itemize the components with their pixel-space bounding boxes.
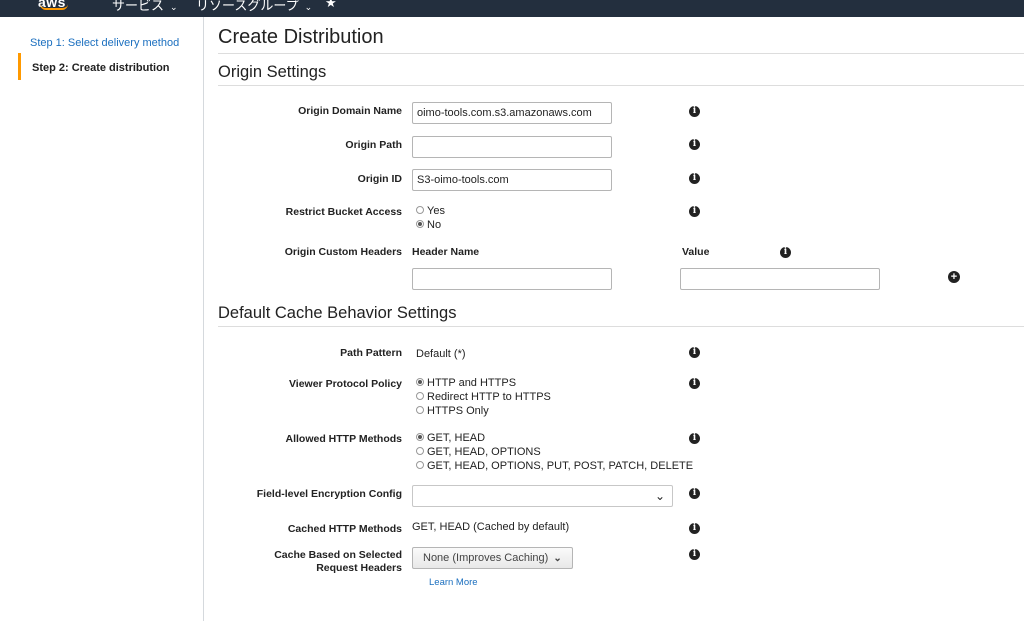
info-icon[interactable]: i: [689, 106, 700, 117]
methods-get-head-options-option[interactable]: GET, HEAD, OPTIONS: [416, 446, 541, 459]
origin-path-label: Origin Path: [345, 139, 402, 151]
title-divider: [218, 53, 1024, 54]
chevron-down-icon: ⌄: [654, 489, 665, 503]
restrict-no-option[interactable]: No: [416, 219, 441, 232]
info-icon[interactable]: i: [780, 247, 791, 258]
restrict-no-label: No: [427, 219, 442, 231]
header-value-input[interactable]: [680, 268, 880, 290]
info-icon[interactable]: i: [689, 549, 700, 560]
info-icon[interactable]: i: [689, 523, 700, 534]
aws-logo-smile-icon: [40, 4, 68, 10]
cache-based-headers-label: Cache Based on Selected Request Headers: [274, 549, 402, 575]
info-icon[interactable]: i: [689, 173, 700, 184]
origin-domain-name-input[interactable]: [412, 102, 612, 124]
learn-more-link[interactable]: Learn More: [429, 577, 478, 588]
field-level-encryption-select[interactable]: ⌄: [412, 485, 673, 507]
allowed-http-methods-label: Allowed HTTP Methods: [285, 433, 402, 445]
info-icon[interactable]: i: [689, 139, 700, 150]
methods-option-label: GET, HEAD: [427, 432, 486, 444]
services-menu[interactable]: サービス ⌄: [112, 0, 178, 14]
radio-button[interactable]: [416, 206, 424, 214]
origin-id-label: Origin ID: [357, 173, 402, 185]
cache-based-headers-dropdown[interactable]: None (Improves Caching) ⌄: [412, 547, 573, 569]
path-pattern-label: Path Pattern: [340, 347, 402, 359]
origin-id-input[interactable]: [412, 169, 612, 191]
methods-all-option[interactable]: GET, HEAD, OPTIONS, PUT, POST, PATCH, DE…: [416, 460, 693, 473]
chevron-down-icon: ⌄: [304, 2, 313, 12]
radio-button-selected[interactable]: [416, 220, 424, 228]
info-icon[interactable]: i: [689, 488, 700, 499]
wizard-sidebar: Step 1: Select delivery method Step 2: C…: [0, 17, 204, 621]
origin-settings-divider: [218, 85, 1024, 86]
origin-custom-headers-label: Origin Custom Headers: [284, 246, 402, 258]
origin-path-input[interactable]: [412, 136, 612, 158]
value-column-label: Value: [682, 246, 710, 258]
origin-domain-name-label: Origin Domain Name: [298, 105, 402, 117]
services-menu-label: サービス: [112, 0, 165, 13]
cache-based-headers-value: None (Improves Caching): [423, 552, 549, 564]
radio-button-selected[interactable]: [416, 378, 424, 386]
radio-button[interactable]: [416, 447, 424, 455]
viewer-option-label: HTTPS Only: [427, 405, 489, 417]
chevron-down-icon: ⌄: [553, 553, 562, 564]
resource-groups-menu-label: リソースグループ: [196, 0, 299, 13]
restrict-yes-option[interactable]: Yes: [416, 205, 445, 218]
cached-http-methods-value: GET, HEAD (Cached by default): [412, 521, 570, 533]
viewer-http-https-option[interactable]: HTTP and HTTPS: [416, 377, 516, 390]
resource-groups-menu[interactable]: リソースグループ ⌄: [196, 0, 312, 14]
header-name-column-label: Header Name: [412, 246, 480, 258]
header-name-input[interactable]: [412, 268, 612, 290]
restrict-yes-label: Yes: [427, 205, 445, 217]
cache-based-headers-label-line-1: Cache Based on Selected: [274, 549, 402, 561]
cached-http-methods-label: Cached HTTP Methods: [287, 523, 402, 535]
sidebar-step-2-current: Step 2: Create distribution: [18, 53, 170, 80]
sidebar-step-1-link[interactable]: Step 1: Select delivery method: [30, 37, 179, 49]
page-title: Create Distribution: [218, 26, 384, 48]
radio-button-selected[interactable]: [416, 433, 424, 441]
viewer-option-label: HTTP and HTTPS: [427, 377, 517, 389]
cache-behavior-heading: Default Cache Behavior Settings: [218, 304, 457, 322]
radio-button[interactable]: [416, 406, 424, 414]
radio-button[interactable]: [416, 392, 424, 400]
methods-option-label: GET, HEAD, OPTIONS: [427, 446, 541, 458]
path-pattern-value: Default (*): [416, 348, 466, 360]
viewer-redirect-option[interactable]: Redirect HTTP to HTTPS: [416, 391, 551, 404]
info-icon[interactable]: i: [689, 206, 700, 217]
methods-option-label: GET, HEAD, OPTIONS, PUT, POST, PATCH, DE…: [427, 460, 694, 472]
pin-icon[interactable]: ★: [325, 0, 337, 11]
info-icon[interactable]: i: [689, 347, 700, 358]
radio-button[interactable]: [416, 461, 424, 469]
info-icon[interactable]: i: [689, 378, 700, 389]
viewer-option-label: Redirect HTTP to HTTPS: [427, 391, 551, 403]
restrict-bucket-access-label: Restrict Bucket Access: [285, 206, 402, 218]
viewer-protocol-policy-label: Viewer Protocol Policy: [288, 378, 402, 390]
top-navigation-bar: aws サービス ⌄ リソースグループ ⌄ ★: [0, 0, 1024, 17]
cache-based-headers-label-line-2: Request Headers: [316, 562, 402, 574]
field-level-encryption-label: Field-level Encryption Config: [256, 488, 402, 500]
chevron-down-icon: ⌄: [170, 2, 178, 12]
methods-get-head-option[interactable]: GET, HEAD: [416, 432, 485, 445]
cache-behavior-divider: [218, 326, 1024, 327]
viewer-https-only-option[interactable]: HTTPS Only: [416, 405, 489, 418]
add-header-plus-icon[interactable]: +: [948, 271, 960, 283]
info-icon[interactable]: i: [689, 433, 700, 444]
origin-settings-heading: Origin Settings: [218, 63, 327, 81]
